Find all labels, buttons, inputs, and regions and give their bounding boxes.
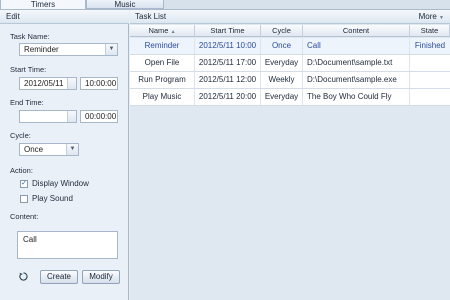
cell-cycle: Everyday: [261, 89, 303, 105]
cell-cycle: Weekly: [261, 72, 303, 88]
cell-state: [410, 89, 450, 105]
sort-asc-icon: ▲: [170, 29, 176, 35]
cell-content: D:\Document\sample.txt: [303, 55, 410, 71]
task-list-title-text: Task List: [135, 12, 167, 21]
cell-cycle: Once: [261, 38, 303, 54]
task-list-panel: Task List More ▼ Name ▲ Start Time Cycle…: [130, 10, 450, 300]
column-header-state[interactable]: State: [410, 25, 450, 37]
play-sound-label: Play Sound: [32, 194, 73, 203]
chevron-down-icon[interactable]: ▼: [66, 144, 78, 155]
end-time-label: End Time:: [10, 98, 44, 107]
start-time-label: Start Time:: [10, 65, 47, 74]
chevron-down-icon: ▼: [439, 15, 444, 21]
column-header-start-time[interactable]: Start Time: [195, 25, 261, 37]
cell-start-time: 2012/5/11 12:00: [195, 72, 261, 88]
chevron-down-icon[interactable]: ▼: [105, 44, 117, 55]
table-row[interactable]: Play Music 2012/5/11 20:00 Everyday The …: [130, 89, 450, 106]
tab-timers[interactable]: Timers: [0, 0, 86, 10]
column-header-name[interactable]: Name ▲: [130, 25, 195, 37]
more-menu-button[interactable]: More ▼: [419, 10, 444, 24]
refresh-icon[interactable]: [19, 272, 28, 281]
cell-state: [410, 55, 450, 71]
column-header-content[interactable]: Content: [303, 25, 410, 37]
start-clock-value: 10:00:00: [85, 79, 117, 88]
content-label: Content:: [10, 212, 39, 221]
cycle-value: Once: [24, 145, 44, 154]
table-row[interactable]: Open File 2012/5/11 17:00 Everyday D:\Do…: [130, 55, 450, 72]
column-header-label: Name: [148, 26, 169, 35]
cell-start-time: 2012/5/11 20:00: [195, 89, 261, 105]
cell-start-time: 2012/5/11 10:00: [195, 38, 261, 54]
cell-state: [410, 72, 450, 88]
create-button[interactable]: Create: [40, 270, 78, 284]
edit-panel-title: Edit: [0, 10, 129, 24]
cell-content: The Boy Who Could Fly: [303, 89, 410, 105]
end-date-field[interactable]: / /: [19, 110, 77, 123]
cycle-label: Cycle:: [10, 131, 31, 140]
cell-cycle: Everyday: [261, 55, 303, 71]
display-window-checkbox[interactable]: ✓: [20, 180, 28, 188]
content-textarea[interactable]: Call: [17, 231, 118, 259]
tab-strip: Timers Music: [0, 0, 450, 10]
edit-panel: Edit Task Name: Reminder ▼ Start Time: 2…: [0, 10, 129, 300]
more-label: More: [418, 12, 437, 21]
display-window-label: Display Window: [32, 179, 89, 188]
cell-content: Call: [303, 38, 410, 54]
task-name-dropdown[interactable]: Reminder ▼: [19, 43, 118, 56]
end-clock-field[interactable]: 00:00:00: [80, 110, 118, 123]
task-list-title: Task List: [130, 10, 450, 24]
task-name-value: Reminder: [24, 45, 59, 54]
calendar-icon[interactable]: [67, 78, 76, 89]
start-clock-field[interactable]: 10:00:00: [80, 77, 118, 90]
play-sound-checkbox[interactable]: [20, 195, 28, 203]
cell-name: Reminder: [130, 38, 195, 54]
start-date-field[interactable]: 2012/05/11: [19, 77, 77, 90]
table-row[interactable]: Reminder 2012/5/11 10:00 Once Call Finis…: [130, 38, 450, 55]
action-label: Action:: [10, 166, 33, 175]
start-date-value: 2012/05/11: [24, 79, 64, 88]
task-name-label: Task Name:: [10, 32, 50, 41]
column-header-cycle[interactable]: Cycle: [261, 25, 303, 37]
calendar-icon[interactable]: [67, 111, 76, 122]
cell-name: Play Music: [130, 89, 195, 105]
modify-button[interactable]: Modify: [82, 270, 120, 284]
cycle-dropdown[interactable]: Once ▼: [19, 143, 79, 156]
cell-content: D:\Document\sample.exe: [303, 72, 410, 88]
table-row[interactable]: Run Program 2012/5/11 12:00 Weekly D:\Do…: [130, 72, 450, 89]
tab-music[interactable]: Music: [86, 0, 164, 9]
cell-state: Finished: [414, 41, 446, 50]
content-value: Call: [23, 235, 37, 244]
cell-name: Run Program: [130, 72, 195, 88]
cell-start-time: 2012/5/11 17:00: [195, 55, 261, 71]
end-clock-value: 00:00:00: [85, 112, 117, 121]
cell-name: Open File: [130, 55, 195, 71]
